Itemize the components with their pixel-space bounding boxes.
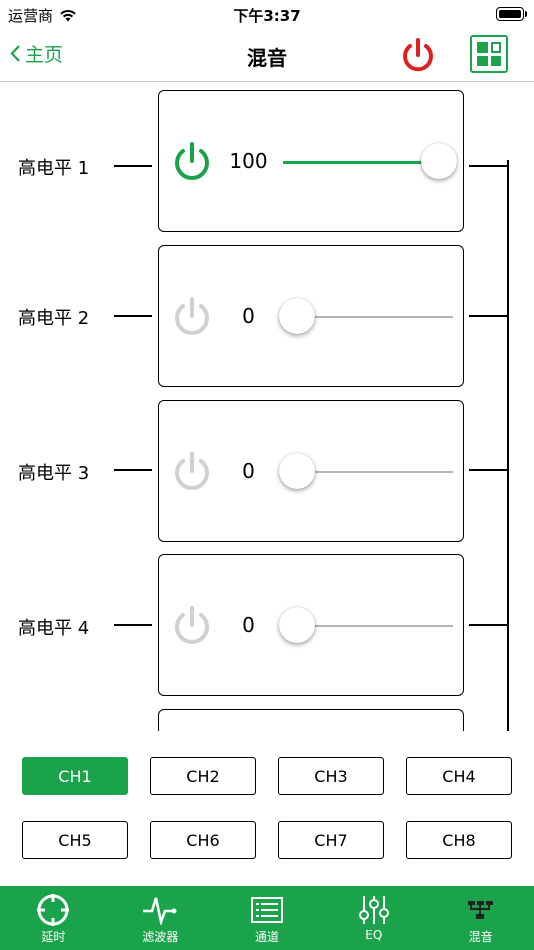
mix-row — [0, 709, 534, 731]
connector-line — [114, 469, 152, 471]
slider-fill — [283, 161, 431, 164]
channel-card: 0 — [158, 400, 464, 542]
grid-layout-button[interactable] — [470, 35, 508, 73]
channel-label: 高电平 3 — [18, 463, 90, 484]
level-slider[interactable] — [279, 607, 457, 643]
connector-line — [469, 624, 509, 626]
ch2-button[interactable]: CH2 — [150, 757, 256, 795]
page-title: 混音 — [247, 46, 287, 70]
channel-label: 高电平 2 — [18, 308, 90, 329]
tab-label: 混音 — [468, 930, 493, 944]
slider-thumb[interactable] — [279, 607, 315, 643]
channel-card: 0 — [158, 245, 464, 387]
connector-line — [114, 165, 152, 167]
sliders-icon-wrap — [356, 894, 392, 926]
nav-bar: 主页 混音 — [0, 30, 534, 82]
grid-cell — [490, 42, 501, 53]
ch4-button[interactable]: CH4 — [406, 757, 512, 795]
ch8-button[interactable]: CH8 — [406, 821, 512, 859]
status-time: 下午3:37 — [233, 7, 301, 25]
slider-thumb[interactable] — [279, 298, 315, 334]
power-icon[interactable] — [169, 294, 215, 340]
connector-line — [114, 624, 152, 626]
crosshair-icon — [37, 894, 70, 926]
channel-value: 0 — [242, 459, 255, 483]
mix-row: 高电平 1 100 — [0, 90, 534, 232]
mixer-icon-wrap — [463, 894, 499, 926]
ch6-button[interactable]: CH6 — [150, 821, 256, 859]
power-icon[interactable] — [169, 449, 215, 495]
power-icon[interactable] — [169, 603, 215, 649]
battery-icon — [496, 7, 527, 21]
tab-eq[interactable]: EQ — [320, 886, 427, 950]
status-bar: 运营商 下午3:37 — [0, 0, 534, 30]
ch5-button[interactable]: CH5 — [22, 821, 128, 859]
channel-card: 0 — [158, 554, 464, 696]
grid-cell — [477, 55, 488, 66]
slider-thumb[interactable] — [279, 453, 315, 489]
channel-label: 高电平 1 — [18, 158, 90, 179]
tab-delay[interactable]: 延时 — [0, 886, 107, 950]
grid-cell — [477, 42, 488, 53]
channel-value: 0 — [242, 304, 255, 328]
mixer-content: 高电平 1 100 高电平 2 0 高电平 3 0 高电平 4 0 — [0, 83, 534, 731]
grid-cell — [490, 55, 501, 66]
level-slider[interactable] — [279, 453, 457, 489]
connector-line — [469, 165, 509, 167]
tab-mix[interactable]: 混音 — [427, 886, 534, 950]
connector-line — [469, 315, 509, 317]
tab-channel[interactable]: 通道 — [214, 886, 321, 950]
channel-card: 100 — [158, 90, 464, 232]
mix-row: 高电平 3 0 — [0, 400, 534, 542]
channel-selector: CH1 CH2 CH3 CH4 CH5 CH6 CH7 CH8 — [0, 731, 534, 886]
tab-label: EQ — [365, 928, 383, 942]
list-icon — [250, 897, 283, 923]
ch7-button[interactable]: CH7 — [278, 821, 384, 859]
tab-label: 通道 — [254, 930, 279, 944]
channel-value: 100 — [229, 149, 268, 173]
channel-card — [158, 709, 464, 731]
mix-row: 高电平 2 0 — [0, 245, 534, 387]
connector-line — [469, 469, 509, 471]
ch3-button[interactable]: CH3 — [278, 757, 384, 795]
power-icon[interactable] — [398, 36, 438, 76]
waveform-icon-wrap — [142, 894, 178, 926]
tab-bar: 延时 滤波器 通道 EQ 混音 — [0, 886, 534, 950]
waveform-icon — [143, 897, 177, 925]
level-slider[interactable] — [279, 143, 457, 179]
slider-thumb[interactable] — [421, 143, 457, 179]
connector-line — [114, 315, 152, 317]
power-icon[interactable] — [169, 139, 215, 185]
crosshair-icon-wrap — [35, 894, 71, 926]
channel-label: 高电平 4 — [18, 618, 90, 639]
list-icon-wrap — [249, 894, 285, 926]
tab-label: 滤波器 — [142, 930, 179, 944]
tab-filter[interactable]: 滤波器 — [107, 886, 214, 950]
tab-label: 延时 — [41, 930, 66, 944]
sliders-icon — [358, 896, 389, 924]
mix-row: 高电平 4 0 — [0, 554, 534, 696]
level-slider[interactable] — [279, 298, 457, 334]
ch1-button[interactable]: CH1 — [22, 757, 128, 795]
channel-value: 0 — [242, 613, 255, 637]
mixer-icon — [467, 901, 493, 919]
